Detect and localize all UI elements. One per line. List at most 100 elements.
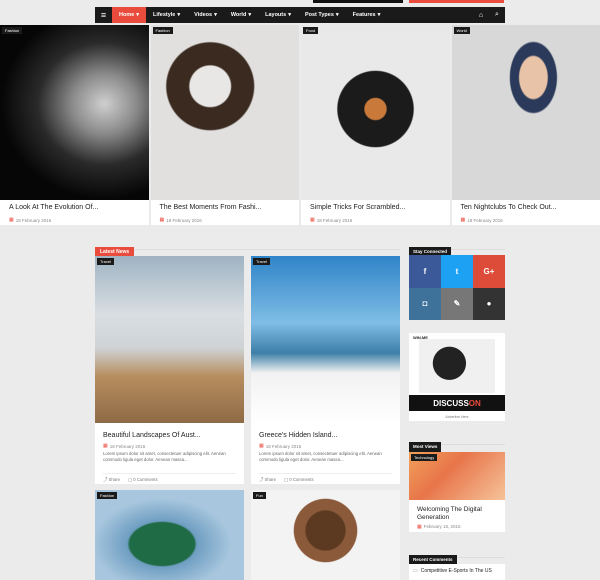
category-tag[interactable]: Technology [411, 454, 438, 461]
nav-item-label: Features [352, 12, 376, 18]
calendar-icon: ▦ [159, 217, 165, 223]
google-plus-icon[interactable]: G+ [473, 255, 505, 288]
widget-title: Most Views [409, 442, 442, 452]
category-tag[interactable]: Fashion [97, 492, 118, 499]
share-link[interactable]: ⤴ Share [103, 477, 120, 483]
category-tag[interactable]: Fashion [2, 27, 23, 34]
comments-label: 0 Comments [133, 477, 158, 482]
calendar-icon: ▦ [9, 217, 14, 223]
calendar-icon: ▦ [259, 443, 264, 449]
nav-item-label: World [230, 12, 247, 18]
hero-title[interactable]: The Best Moments From Fashi... [160, 204, 262, 211]
nav-item-videos[interactable]: Videos ▾ [187, 7, 224, 23]
share-label: Share [264, 477, 276, 482]
most-views-date: ▦ February 18, 2016 [417, 524, 461, 530]
nav-item-label: Post Types [304, 12, 334, 18]
twitter-icon[interactable]: t [441, 255, 473, 288]
nav-item-home[interactable]: Home ▾ [112, 7, 147, 23]
recent-comment-item[interactable]: ▭ Competitive E-Sports In The US [413, 568, 492, 574]
hero-date: ▦ 18 February 2016 [310, 217, 352, 223]
card-meta: ⤴ Share ▢ 0 Comments [259, 473, 392, 483]
chat-icon[interactable]: ● [473, 287, 505, 320]
hero-title[interactable]: Ten Nightclubs To Check Out... [461, 204, 557, 211]
hero-image-portrait-man [0, 25, 149, 200]
most-views-title[interactable]: Welcoming The Digital Generation [417, 506, 499, 522]
comments-label: 0 Comments [289, 477, 314, 482]
date-text: 18 February 2016 [265, 443, 302, 449]
chevron-down-icon: ▾ [177, 12, 181, 18]
nav-item-features[interactable]: Features ▾ [346, 7, 388, 23]
date-text: 18 February 2016 [316, 217, 353, 223]
news-card[interactable]: Fun [251, 490, 400, 580]
calendar-icon: ▦ [460, 217, 466, 223]
hero-title[interactable]: A Look At The Evolution Of... [9, 204, 98, 211]
most-views-header: Most Views [409, 435, 505, 452]
card-title[interactable]: Greece's Hidden Island... [259, 432, 337, 439]
card-meta: ⤴ Share ▢ 0 Comments [103, 473, 236, 483]
nav-item-layouts[interactable]: Layouts ▾ [258, 7, 298, 23]
nav-item-label: Videos [194, 12, 213, 18]
card-date: ▦ 18 February 2016 [259, 443, 301, 449]
chevron-down-icon: ▾ [248, 12, 252, 18]
nav-item-label: Layouts [265, 12, 287, 18]
top-bar-dark [313, 0, 403, 3]
hamburger-menu-icon[interactable]: ≡ [95, 7, 112, 23]
card-image-greece [251, 256, 400, 423]
hero-image-fashion-ring [150, 25, 299, 200]
latest-news-header: Latest News [95, 240, 400, 257]
category-tag[interactable]: World [453, 27, 470, 34]
category-tag[interactable]: Travel [253, 258, 270, 265]
card-title[interactable]: Beautiful Landscapes Of Aust... [103, 432, 201, 439]
date-text: 18 February 2016 [467, 217, 503, 223]
instagram-icon[interactable]: ◘ [409, 287, 441, 320]
top-bar-accent [409, 0, 504, 3]
edit-icon[interactable]: ✎ [441, 287, 473, 320]
ad-headline-accent: ON [468, 398, 481, 408]
search-icon[interactable]: ⌕ [489, 7, 505, 23]
share-label: Share [108, 477, 120, 482]
hero-title[interactable]: Simple Tricks For Scrambled... [310, 204, 405, 211]
card-image-landscape [95, 256, 244, 423]
comments-link[interactable]: ▢ 0 Comments [128, 477, 158, 483]
chevron-down-icon: ▾ [288, 12, 291, 18]
category-tag[interactable]: Fun [253, 492, 266, 499]
news-card[interactable]: Travel Beautiful Landscapes Of Aust... ▦… [95, 256, 244, 484]
top-strip [0, 0, 600, 7]
hero-card[interactable]: Food Simple Tricks For Scrambled... ▦ 18 … [301, 25, 450, 225]
hero-date: ▦ 18 February 2016 [9, 217, 51, 223]
recent-comment-text: Competitive E-Sports In The US [420, 568, 492, 574]
chevron-down-icon: ▾ [377, 12, 381, 18]
category-tag[interactable]: Food [303, 27, 319, 34]
chevron-down-icon: ▾ [214, 12, 217, 18]
ad-caption: Advertise Here [445, 415, 469, 419]
hero-card[interactable]: Fashion A Look At The Evolution Of... ▦ 1… [0, 25, 149, 225]
facebook-icon[interactable]: f [409, 255, 441, 288]
share-link[interactable]: ⤴ Share [259, 477, 276, 483]
advertisement[interactable]: WIN.ME DISCUSS ON Advertise Here [409, 333, 505, 421]
nav-item-world[interactable]: World ▾ [224, 7, 258, 23]
nav-item-lifestyle[interactable]: Lifestyle ▾ [146, 7, 187, 23]
stay-connected-header: Stay Connected [409, 240, 505, 257]
date-text: 18 February 2016 [166, 217, 202, 223]
category-tag[interactable]: Travel [97, 258, 114, 265]
category-tag[interactable]: Fashion [152, 27, 173, 34]
ad-headline: DISCUSS ON [409, 395, 505, 411]
most-views-item[interactable]: Technology Welcoming The Digital Generat… [409, 452, 505, 532]
comments-link[interactable]: ▢ 0 Comments [284, 477, 314, 483]
nav-item-label: Home [119, 12, 135, 18]
nav-item-post-types[interactable]: Post Types ▾ [298, 7, 346, 23]
calendar-icon: ▦ [417, 524, 422, 530]
calendar-icon: ▦ [310, 217, 315, 223]
ad-headline-part: DISCUSS [433, 398, 469, 408]
hero-card[interactable]: World Ten Nightclubs To Check Out... ▦ 18… [451, 25, 600, 225]
card-excerpt: Lorem ipsum dolor sit amet, consectetuer… [103, 451, 226, 462]
news-card[interactable]: Fashion [95, 490, 244, 580]
shopping-bag-icon[interactable]: ⌂ [473, 7, 489, 23]
news-card[interactable]: Travel Greece's Hidden Island... ▦ 18 Feb… [251, 256, 400, 484]
hero-grid: Fashion A Look At The Evolution Of... ▦ 1… [0, 25, 600, 225]
card-image-curly-hair [251, 490, 400, 580]
recent-comments-list: ▭ Competitive E-Sports In The US [409, 564, 505, 580]
calendar-icon: ▦ [103, 443, 108, 449]
hero-card[interactable]: Fashion The Best Moments From Fashi... ▦… [150, 25, 299, 225]
